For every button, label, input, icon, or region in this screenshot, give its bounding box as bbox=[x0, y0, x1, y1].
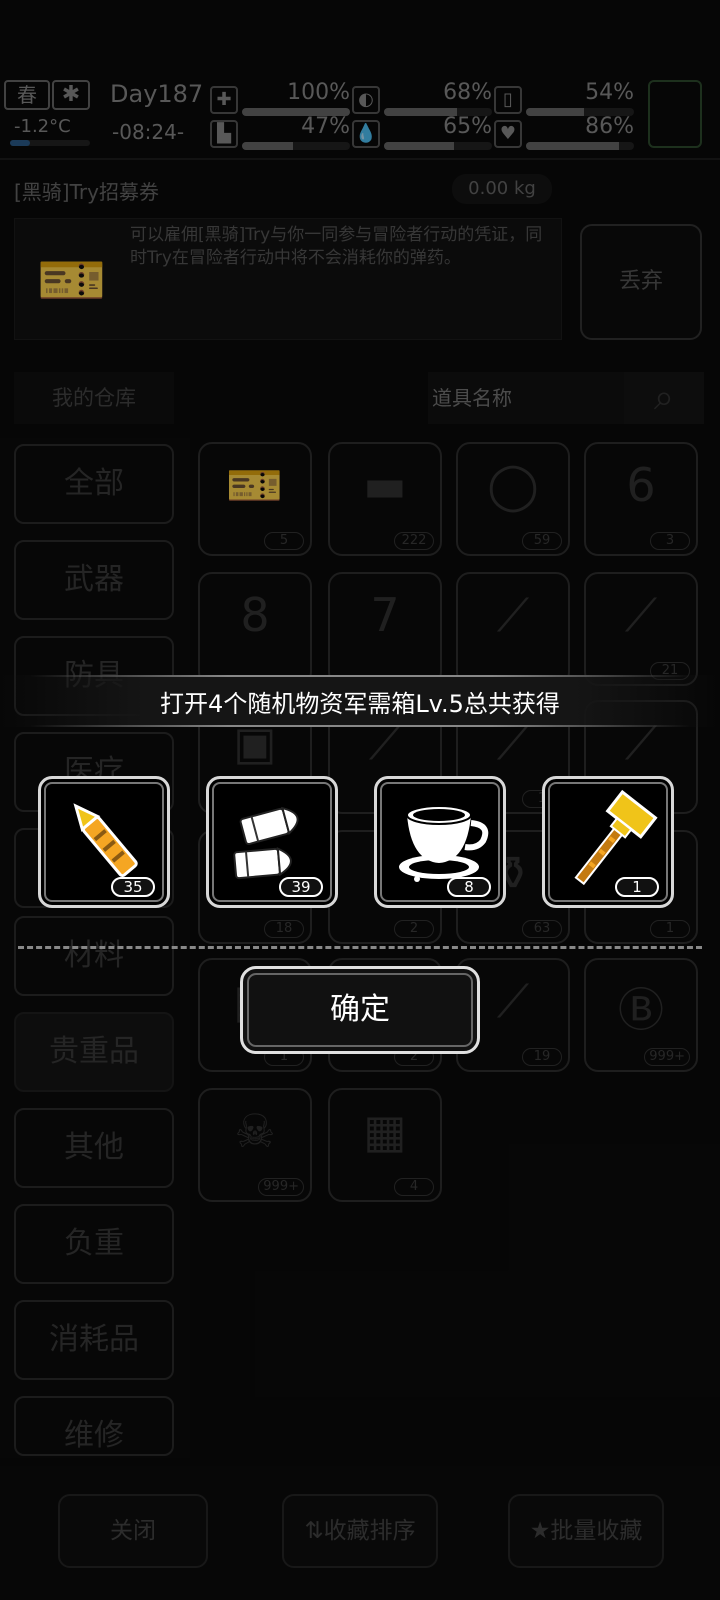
reward-count: 39 bbox=[279, 877, 323, 897]
reward-count: 35 bbox=[111, 877, 155, 897]
confirm-button[interactable]: 确定 bbox=[240, 966, 480, 1054]
reward-slot[interactable]: 35 bbox=[38, 776, 170, 908]
reward-slot[interactable]: 8 bbox=[374, 776, 506, 908]
reward-slot[interactable]: 1 bbox=[542, 776, 674, 908]
reward-slot[interactable]: 39 bbox=[206, 776, 338, 908]
game-screen: 春 ✱ -1.2°C Day187 -08:24- ✚ 100% ◐ 68% ▯… bbox=[0, 0, 720, 1600]
reward-count: 1 bbox=[615, 877, 659, 897]
reward-count: 8 bbox=[447, 877, 491, 897]
popup-divider bbox=[18, 946, 702, 949]
popup-title: 打开4个随机物资军需箱Lv.5总共获得 bbox=[160, 690, 560, 718]
